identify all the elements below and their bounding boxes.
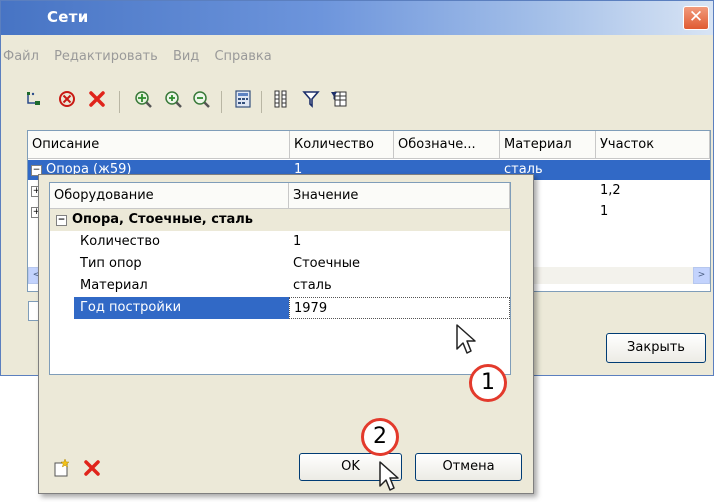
filter-icon[interactable] <box>299 89 323 113</box>
close-window-button[interactable]: ✕ <box>683 6 709 30</box>
menu-file[interactable]: Файл <box>3 49 39 64</box>
zoom-in-icon[interactable] <box>161 89 185 113</box>
tree-icon[interactable] <box>23 89 47 113</box>
property-category[interactable]: − Опора, Стоечные, сталь <box>50 209 510 231</box>
step-marker-1: 1 <box>469 364 507 402</box>
column-header-description[interactable]: Описание <box>28 131 290 159</box>
zoom-fit-icon[interactable] <box>131 89 155 113</box>
toolbar-separator <box>221 91 222 113</box>
grid-header: Описание Количество Обозначе... Материал… <box>28 131 710 159</box>
property-value-input[interactable]: 1979 <box>289 297 510 319</box>
column-header-equipment[interactable]: Оборудование <box>50 183 289 209</box>
column-header-section[interactable]: Участок <box>596 131 710 159</box>
step-marker-2: 2 <box>361 418 399 456</box>
property-name: Количество <box>80 234 160 249</box>
calculator-icon[interactable] <box>231 89 255 113</box>
window-title: Сети <box>47 8 89 26</box>
category-label: Опора, Стоечные, сталь <box>72 212 254 227</box>
delete-icon[interactable] <box>85 89 109 113</box>
property-row-selected[interactable]: Год постройки 1979 <box>50 297 510 319</box>
property-value[interactable]: 1 <box>289 231 510 253</box>
property-value[interactable]: сталь <box>289 275 510 297</box>
property-row[interactable]: Тип опор Стоечные <box>50 253 510 275</box>
menu-view[interactable]: Вид <box>173 49 199 64</box>
menu-edit[interactable]: Редактировать <box>54 49 158 64</box>
delete-icon[interactable] <box>81 457 103 479</box>
column-header-quantity[interactable]: Количество <box>290 131 394 159</box>
columns-icon[interactable] <box>269 89 293 113</box>
cancel-button[interactable]: Отмена <box>415 453 522 481</box>
column-header-material[interactable]: Материал <box>500 131 596 159</box>
row-section: 1,2 <box>600 183 621 198</box>
property-row[interactable]: Количество 1 <box>50 231 510 253</box>
property-name: Материал <box>80 278 148 293</box>
column-header-value[interactable]: Значение <box>289 183 510 209</box>
circle-x-icon[interactable] <box>55 89 79 113</box>
scroll-right-icon[interactable]: > <box>693 267 710 284</box>
menu-bar: Файл Редактировать Вид Справка <box>1 49 283 69</box>
mouse-cursor-icon <box>455 323 481 359</box>
new-item-icon[interactable] <box>51 457 73 479</box>
toolbar-separator <box>119 91 120 113</box>
collapse-icon[interactable]: − <box>56 215 67 226</box>
toolbar-separator <box>261 91 262 113</box>
property-name: Год постройки <box>74 297 289 319</box>
title-bar[interactable] <box>1 1 713 35</box>
menu-help[interactable]: Справка <box>214 49 271 64</box>
close-button[interactable]: Закрыть <box>606 333 706 363</box>
property-row[interactable]: Материал сталь <box>50 275 510 297</box>
property-grid: Оборудование Значение − Опора, Стоечные,… <box>49 182 511 375</box>
property-name: Тип опор <box>80 256 142 271</box>
row-section <box>596 160 710 180</box>
column-header-designation[interactable]: Обозначе... <box>394 131 500 159</box>
mouse-cursor-icon <box>378 460 404 498</box>
table-filter-icon[interactable] <box>327 89 351 113</box>
property-value[interactable]: Стоечные <box>289 253 510 275</box>
row-section: 1 <box>600 204 609 219</box>
zoom-out-icon[interactable] <box>189 89 213 113</box>
